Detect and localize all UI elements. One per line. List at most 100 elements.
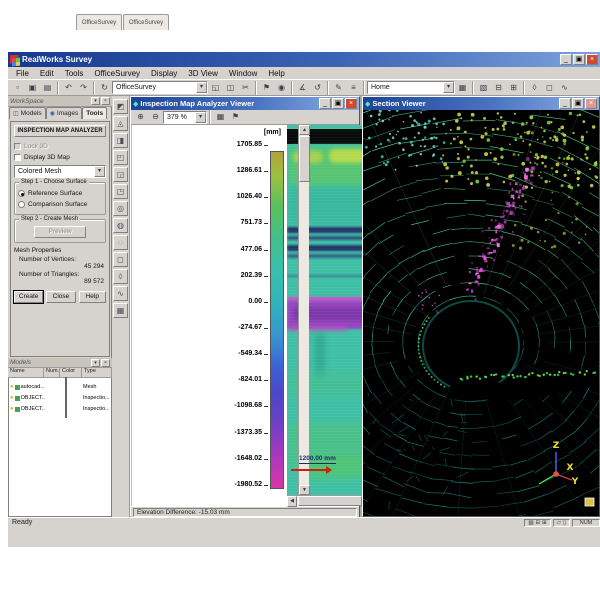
menu-item-officesurvey[interactable]: OfficeSurvey [89, 68, 145, 79]
tile-button[interactable]: ⊟ [491, 81, 506, 95]
cloud-tool-button[interactable]: ◌ [113, 235, 128, 250]
help-button[interactable]: Help [79, 291, 106, 303]
minimize-button[interactable]: _ [559, 98, 571, 109]
zoom-in-button[interactable]: ⊕ [133, 110, 148, 124]
page-tab[interactable]: OfficeSurvey [76, 14, 122, 30]
chevron-down-icon[interactable]: ▾ [195, 112, 206, 123]
camera-button[interactable]: ◉ [274, 81, 289, 95]
column-header[interactable]: Type [82, 368, 112, 378]
scissors-button[interactable]: ✂ [238, 81, 253, 95]
page-tab[interactable]: OfficeSurvey [123, 14, 169, 30]
tile-icon[interactable]: ⊟ [536, 520, 541, 526]
zoom-level-combo[interactable]: 379 % ▾ [163, 111, 207, 124]
fit-button[interactable]: ◱ [208, 81, 223, 95]
measure-button[interactable]: ∡ [295, 81, 310, 95]
tab-tools[interactable]: Tools [82, 107, 107, 119]
minimize-button[interactable]: _ [560, 54, 572, 65]
close-button[interactable]: × [345, 98, 357, 109]
chevron-down-icon[interactable]: ▾ [91, 97, 100, 105]
visibility-bulb-icon[interactable]: ● [10, 406, 14, 412]
mesh-button[interactable]: ◊ [527, 81, 542, 95]
chevron-down-icon[interactable]: ▾ [94, 166, 105, 177]
layers-button[interactable]: ▦ [455, 81, 470, 95]
menu-item-help[interactable]: Help [263, 68, 289, 79]
profile-tool-button[interactable]: ∿ [113, 286, 128, 301]
minimize-button[interactable]: _ [319, 98, 331, 109]
scroll-left-icon[interactable]: ◀ [287, 496, 297, 507]
restore-button[interactable]: ▣ [573, 54, 585, 65]
menu-item-file[interactable]: File [11, 68, 34, 79]
flag-button[interactable]: ⚑ [228, 110, 243, 124]
stats-button[interactable]: ≡ [346, 81, 361, 95]
scroll-up-icon[interactable]: ▲ [299, 125, 310, 135]
rotate-button[interactable]: ↺ [310, 81, 325, 95]
flag-button[interactable]: ⚑ [259, 81, 274, 95]
chevron-down-icon[interactable]: ▾ [443, 82, 454, 93]
print-button[interactable]: ▤ [40, 81, 55, 95]
close-icon[interactable]: × [101, 359, 110, 367]
grid-tool-button[interactable]: ▦ [113, 303, 128, 318]
segmentation-tool-button[interactable]: ◲ [113, 167, 128, 182]
restore-button[interactable]: ▣ [332, 98, 344, 109]
mesh-tool-button[interactable]: ◊ [113, 269, 128, 284]
workspace-header[interactable]: WorkSpace ▾ × [8, 96, 112, 107]
grid-button[interactable]: ▦ [213, 110, 228, 124]
menu-item-3d-view[interactable]: 3D View [183, 68, 223, 79]
restore-button[interactable]: ▣ [572, 98, 584, 109]
tab-models[interactable]: ◫Models [9, 107, 46, 119]
close-icon[interactable]: × [101, 97, 110, 105]
sphere-tool-button[interactable]: ◍ [113, 218, 128, 233]
cascade-button[interactable]: ▧ [476, 81, 491, 95]
visibility-bulb-icon[interactable]: ● [10, 395, 14, 401]
scroll-down-icon[interactable]: ▼ [299, 485, 310, 495]
table-row[interactable]: ●OBJECT...Inspectio... [9, 400, 111, 411]
save-button[interactable]: ▣ [25, 81, 40, 95]
grid-icon[interactable]: ⊞ [542, 520, 547, 526]
refresh-button[interactable]: ↻ [97, 81, 112, 95]
mirror-button[interactable]: ◫ [223, 81, 238, 95]
models-header[interactable]: Models ▾ × [8, 358, 112, 368]
box-tool-button[interactable]: ◻ [113, 252, 128, 267]
table-row[interactable]: ●autocad...Mesh [9, 378, 111, 389]
section-viewer-title-bar[interactable]: ◆ Section Viewer _ ▣ × [363, 97, 599, 110]
create-button[interactable]: Create [14, 291, 43, 303]
chevron-down-icon[interactable]: ▾ [196, 82, 207, 93]
section-canvas[interactable]: ZXY [363, 110, 599, 516]
box-button[interactable]: ◻ [542, 81, 557, 95]
menu-item-window[interactable]: Window [224, 68, 262, 79]
limit-box-tool-button[interactable]: ◳ [113, 184, 128, 199]
mesh-type-combo[interactable]: Colored Mesh ▾ [14, 165, 106, 178]
column-header[interactable]: Num... [44, 368, 60, 378]
table-row[interactable]: ●OBJECT...Inspectio... [9, 389, 111, 400]
menu-item-display[interactable]: Display [146, 68, 182, 79]
reference-surface-radio[interactable] [18, 190, 25, 197]
undo-button[interactable]: ↶ [61, 81, 76, 95]
chevron-down-icon[interactable]: ▾ [91, 359, 100, 367]
home-combo[interactable]: Home ▾ [367, 81, 455, 94]
comparison-surface-radio[interactable] [18, 201, 25, 208]
select-tool-button[interactable]: ◩ [113, 99, 128, 114]
close-button[interactable]: × [586, 54, 598, 65]
close-button[interactable]: Close [46, 291, 75, 303]
grid-button[interactable]: ⊞ [506, 81, 521, 95]
vertical-scrollbar[interactable]: ▲ ▼ [298, 125, 309, 495]
polygon-tool-button[interactable]: ◬ [113, 116, 128, 131]
new-button[interactable]: ▫ [10, 81, 25, 95]
vscroll-thumb[interactable] [299, 136, 310, 182]
column-header[interactable]: Name [8, 368, 44, 378]
app-title-bar[interactable]: RealWorks Survey _ ▣ × [8, 52, 600, 67]
hscroll-thumb[interactable] [298, 496, 362, 506]
redo-button[interactable]: ↷ [76, 81, 91, 95]
cascade-icon[interactable]: ▧ [528, 520, 533, 526]
tab-images[interactable]: ◉Images [46, 107, 83, 119]
menu-item-tools[interactable]: Tools [60, 68, 89, 79]
display-3d-map-checkbox[interactable] [14, 154, 21, 161]
target-tool-button[interactable]: ◎ [113, 201, 128, 216]
pen-button[interactable]: ✎ [331, 81, 346, 95]
menu-item-edit[interactable]: Edit [35, 68, 59, 79]
zoom-out-button[interactable]: ⊖ [148, 110, 163, 124]
cut-plane-tool-button[interactable]: ◨ [113, 133, 128, 148]
map-viewer-title-bar[interactable]: ◆ Inspection Map Analyzer Viewer _ ▣ × [131, 97, 359, 110]
module-combo[interactable]: OfficeSurvey ▾ [112, 81, 208, 94]
profile-button[interactable]: ∿ [557, 81, 572, 95]
